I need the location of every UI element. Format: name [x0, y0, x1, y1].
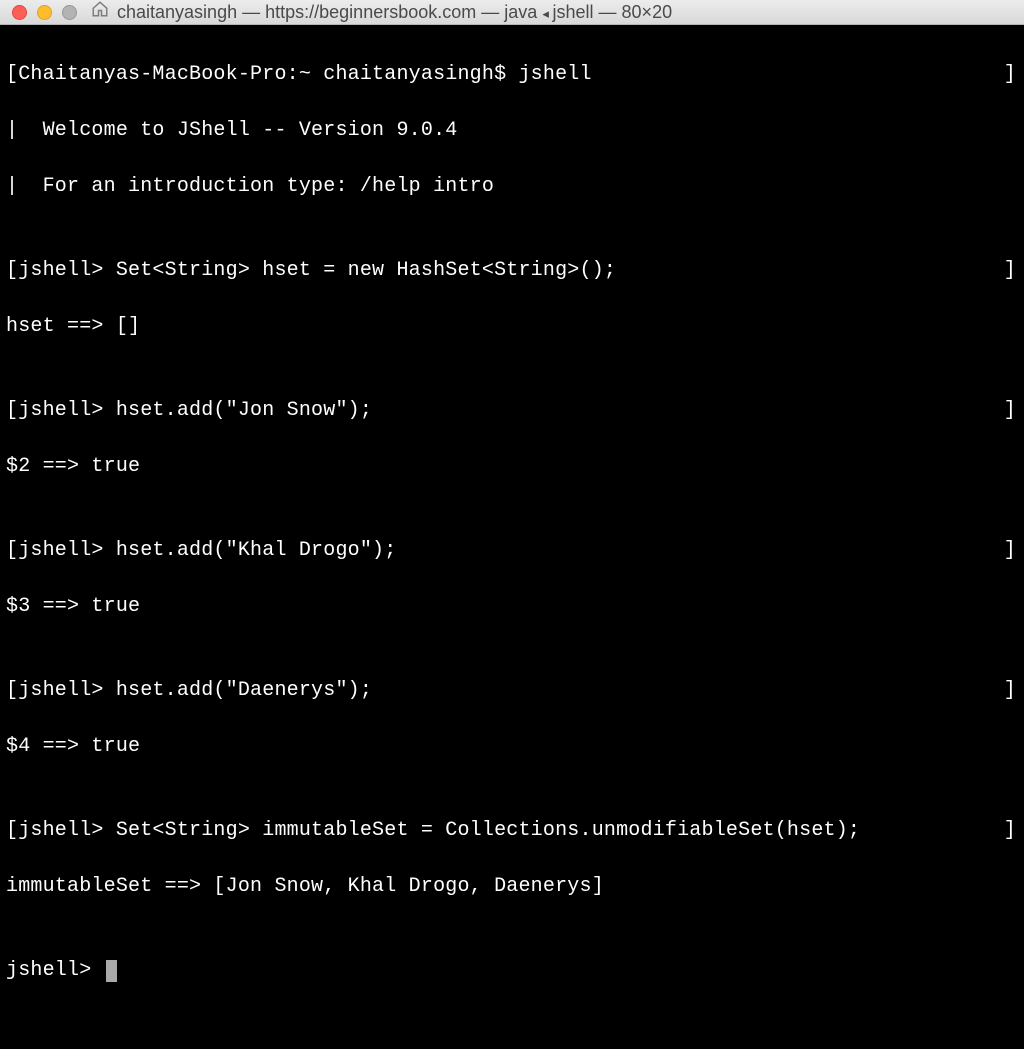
title-proc: jshell: [552, 2, 593, 22]
terminal-line: $4 ==> true: [6, 733, 1018, 761]
terminal-line: $3 ==> true: [6, 593, 1018, 621]
minimize-icon[interactable]: [37, 5, 52, 20]
terminal-line-end: ]: [1004, 397, 1018, 425]
terminal-window: chaitanyasingh — https://beginnersbook.c…: [0, 0, 1024, 629]
title-user: chaitanyasingh: [117, 2, 237, 22]
terminal-body[interactable]: [Chaitanyas-MacBook-Pro:~ chaitanyasingh…: [0, 25, 1024, 1049]
terminal-line: [Chaitanyas-MacBook-Pro:~ chaitanyasingh…: [6, 61, 592, 89]
terminal-line: [jshell> hset.add("Daenerys");: [6, 677, 372, 705]
caret-icon: ◂: [542, 6, 552, 21]
window-titlebar[interactable]: chaitanyasingh — https://beginnersbook.c…: [0, 0, 1024, 25]
traffic-lights: [12, 5, 77, 20]
title-url: https://beginnersbook.com: [265, 2, 476, 22]
title-lang: java: [504, 2, 537, 22]
terminal-line-end: ]: [1004, 817, 1018, 845]
terminal-line: [jshell> Set<String> immutableSet = Coll…: [6, 817, 860, 845]
cursor-icon[interactable]: [106, 960, 117, 982]
window-title: chaitanyasingh — https://beginnersbook.c…: [117, 2, 672, 23]
title-sep: —: [599, 2, 622, 22]
zoom-icon[interactable]: [62, 5, 77, 20]
terminal-prompt-line: jshell>: [6, 957, 1018, 985]
terminal-line: [jshell> hset.add("Jon Snow");: [6, 397, 372, 425]
terminal-line: hset ==> []: [6, 313, 1018, 341]
title-sep: —: [242, 2, 265, 22]
terminal-line: [jshell> Set<String> hset = new HashSet<…: [6, 257, 616, 285]
terminal-line: $2 ==> true: [6, 453, 1018, 481]
terminal-line-end: ]: [1004, 257, 1018, 285]
terminal-prompt: jshell>: [6, 959, 104, 982]
terminal-line-end: ]: [1004, 537, 1018, 565]
terminal-line: [jshell> hset.add("Khal Drogo");: [6, 537, 396, 565]
terminal-line-end: ]: [1004, 677, 1018, 705]
title-size: 80×20: [622, 2, 673, 22]
terminal-line-end: ]: [1004, 61, 1018, 89]
title-sep: —: [481, 2, 504, 22]
close-icon[interactable]: [12, 5, 27, 20]
terminal-line: | Welcome to JShell -- Version 9.0.4: [6, 117, 1018, 145]
terminal-line: immutableSet ==> [Jon Snow, Khal Drogo, …: [6, 873, 1018, 901]
terminal-line: | For an introduction type: /help intro: [6, 173, 1018, 201]
home-icon: [91, 0, 109, 24]
